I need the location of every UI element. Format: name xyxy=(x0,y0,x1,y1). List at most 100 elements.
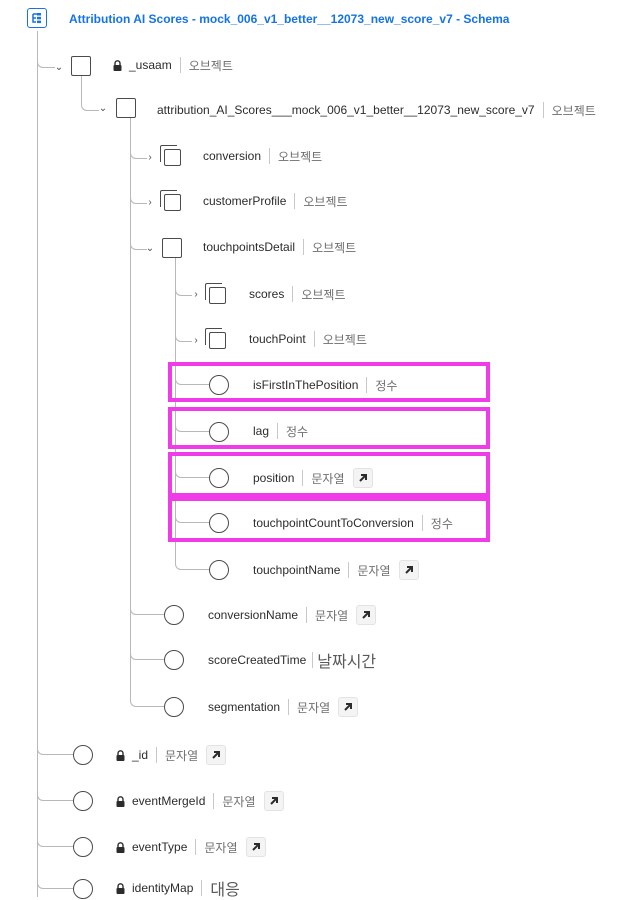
arrow-up-right-icon[interactable] xyxy=(352,468,373,488)
array-node-icon[interactable] xyxy=(205,283,227,305)
tree-connector xyxy=(175,330,192,342)
field-circle-icon[interactable] xyxy=(73,879,93,899)
tree-row-customerprofile[interactable]: customerProfile 오브젝트 xyxy=(203,190,348,212)
field-type: 문자열 xyxy=(311,471,345,486)
tree-connector xyxy=(37,872,73,889)
tree-row-lag[interactable]: lag 정수 xyxy=(253,420,308,442)
divider xyxy=(302,470,304,486)
divider xyxy=(277,423,279,439)
tree-row-isfirstintheposition[interactable]: isFirstInThePosition 정수 xyxy=(253,374,397,396)
divider xyxy=(294,193,296,209)
object-node-icon[interactable] xyxy=(116,98,136,118)
tree-connector xyxy=(37,55,55,68)
tree-row-position[interactable]: position 문자열 xyxy=(253,467,373,489)
field-type: 정수 xyxy=(430,516,453,531)
array-node-icon[interactable] xyxy=(205,328,227,350)
field-type: 오브젝트 xyxy=(303,194,348,209)
chevron-right-icon[interactable]: › xyxy=(191,290,201,300)
divider xyxy=(269,148,271,164)
field-circle-icon[interactable] xyxy=(209,375,229,395)
tree-connector xyxy=(37,830,73,847)
tree-connector xyxy=(130,598,164,615)
field-circle-icon[interactable] xyxy=(209,422,229,442)
chevron-right-icon[interactable]: › xyxy=(191,336,201,346)
field-circle-icon[interactable] xyxy=(73,791,93,811)
field-name: attribution_AI_Scores___mock_006_v1_bett… xyxy=(157,103,535,117)
arrow-up-right-icon[interactable] xyxy=(338,697,359,717)
field-type: 문자열 xyxy=(165,748,199,763)
divider xyxy=(156,747,158,763)
arrow-up-right-icon[interactable] xyxy=(245,837,266,857)
divider xyxy=(348,562,350,578)
tree-line xyxy=(81,76,82,96)
divider xyxy=(421,515,423,531)
field-type: 오브젝트 xyxy=(312,240,357,255)
divider xyxy=(213,793,215,809)
field-circle-icon[interactable] xyxy=(73,745,93,765)
tree-row-touchpointname[interactable]: touchpointName 문자열 xyxy=(253,559,419,581)
field-name: _usaam xyxy=(129,58,172,72)
lock-icon xyxy=(116,795,125,807)
tree-row-touchpoint[interactable]: touchPoint 오브젝트 xyxy=(249,328,367,350)
field-circle-icon[interactable] xyxy=(164,605,184,625)
tree-connector xyxy=(37,784,73,801)
field-type: 대응 xyxy=(210,882,240,899)
divider xyxy=(292,286,294,302)
tree-row-eventmergeid[interactable]: eventMergeId 문자열 xyxy=(116,790,284,812)
field-type: 정수 xyxy=(286,424,309,439)
divider xyxy=(303,239,305,255)
tree-row-segmentation[interactable]: segmentation 문자열 xyxy=(208,696,359,718)
field-circle-icon[interactable] xyxy=(164,650,184,670)
divider xyxy=(179,57,181,73)
field-name: isFirstInThePosition xyxy=(253,378,359,392)
schema-title[interactable]: Attribution AI Scores - mock_006_v1_bett… xyxy=(69,9,509,29)
chevron-down-icon[interactable]: ⌄ xyxy=(54,63,64,73)
field-circle-icon[interactable] xyxy=(209,513,229,533)
chevron-right-icon[interactable]: › xyxy=(145,153,155,163)
divider xyxy=(542,102,544,118)
object-node-icon[interactable] xyxy=(71,56,91,76)
tree-row-scores[interactable]: scores 오브젝트 xyxy=(249,283,346,305)
arrow-up-right-icon[interactable] xyxy=(356,605,377,625)
field-circle-icon[interactable] xyxy=(209,468,229,488)
chevron-down-icon[interactable]: ⌄ xyxy=(145,244,155,254)
field-name: touchPoint xyxy=(249,332,306,346)
tree-row-eventtype[interactable]: eventType 문자열 xyxy=(116,836,266,858)
chevron-down-icon[interactable]: ⌄ xyxy=(98,104,108,114)
tree-row-attribution[interactable]: attribution_AI_Scores___mock_006_v1_bett… xyxy=(157,99,596,121)
tree-row-id[interactable]: _id 문자열 xyxy=(116,744,227,766)
arrow-up-right-icon[interactable] xyxy=(398,560,419,580)
field-type: 문자열 xyxy=(315,608,349,623)
field-name: touchpointCountToConversion xyxy=(253,516,414,530)
schema-tree-icon[interactable] xyxy=(27,8,47,28)
tree-row-usaam[interactable]: _usaam 오브젝트 xyxy=(113,54,233,76)
tree-connector xyxy=(175,553,209,570)
field-type: 문자열 xyxy=(297,700,331,715)
divider xyxy=(201,880,203,896)
object-node-icon[interactable] xyxy=(162,238,182,258)
field-circle-icon[interactable] xyxy=(73,837,93,857)
chevron-right-icon[interactable]: › xyxy=(145,198,155,208)
tree-row-scorecreatedtime[interactable]: scoreCreatedTime 날짜시간 xyxy=(208,649,376,671)
field-name: position xyxy=(253,471,295,485)
field-name: touchpointName xyxy=(253,563,341,577)
array-node-icon[interactable] xyxy=(160,190,182,212)
array-node-icon[interactable] xyxy=(160,145,182,167)
field-name: conversionName xyxy=(208,608,299,622)
field-circle-icon[interactable] xyxy=(164,697,184,717)
field-type: 오브젝트 xyxy=(278,149,323,164)
divider xyxy=(366,377,368,393)
tree-connector xyxy=(81,96,99,111)
arrow-up-right-icon[interactable] xyxy=(206,745,227,765)
tree-row-touchpointsdetail[interactable]: touchpointsDetail 오브젝트 xyxy=(203,236,356,258)
field-name: touchpointsDetail xyxy=(203,240,296,254)
tree-connector xyxy=(175,284,192,296)
field-name: customerProfile xyxy=(203,194,287,208)
field-type: 문자열 xyxy=(204,840,238,855)
tree-row-touchpointcounttoconversion[interactable]: touchpointCountToConversion 정수 xyxy=(253,512,453,534)
tree-row-conversion[interactable]: conversion 오브젝트 xyxy=(203,145,322,167)
arrow-up-right-icon[interactable] xyxy=(263,791,284,811)
field-type: 정수 xyxy=(375,378,398,393)
tree-row-conversionname[interactable]: conversionName 문자열 xyxy=(208,604,377,626)
field-circle-icon[interactable] xyxy=(209,560,229,580)
